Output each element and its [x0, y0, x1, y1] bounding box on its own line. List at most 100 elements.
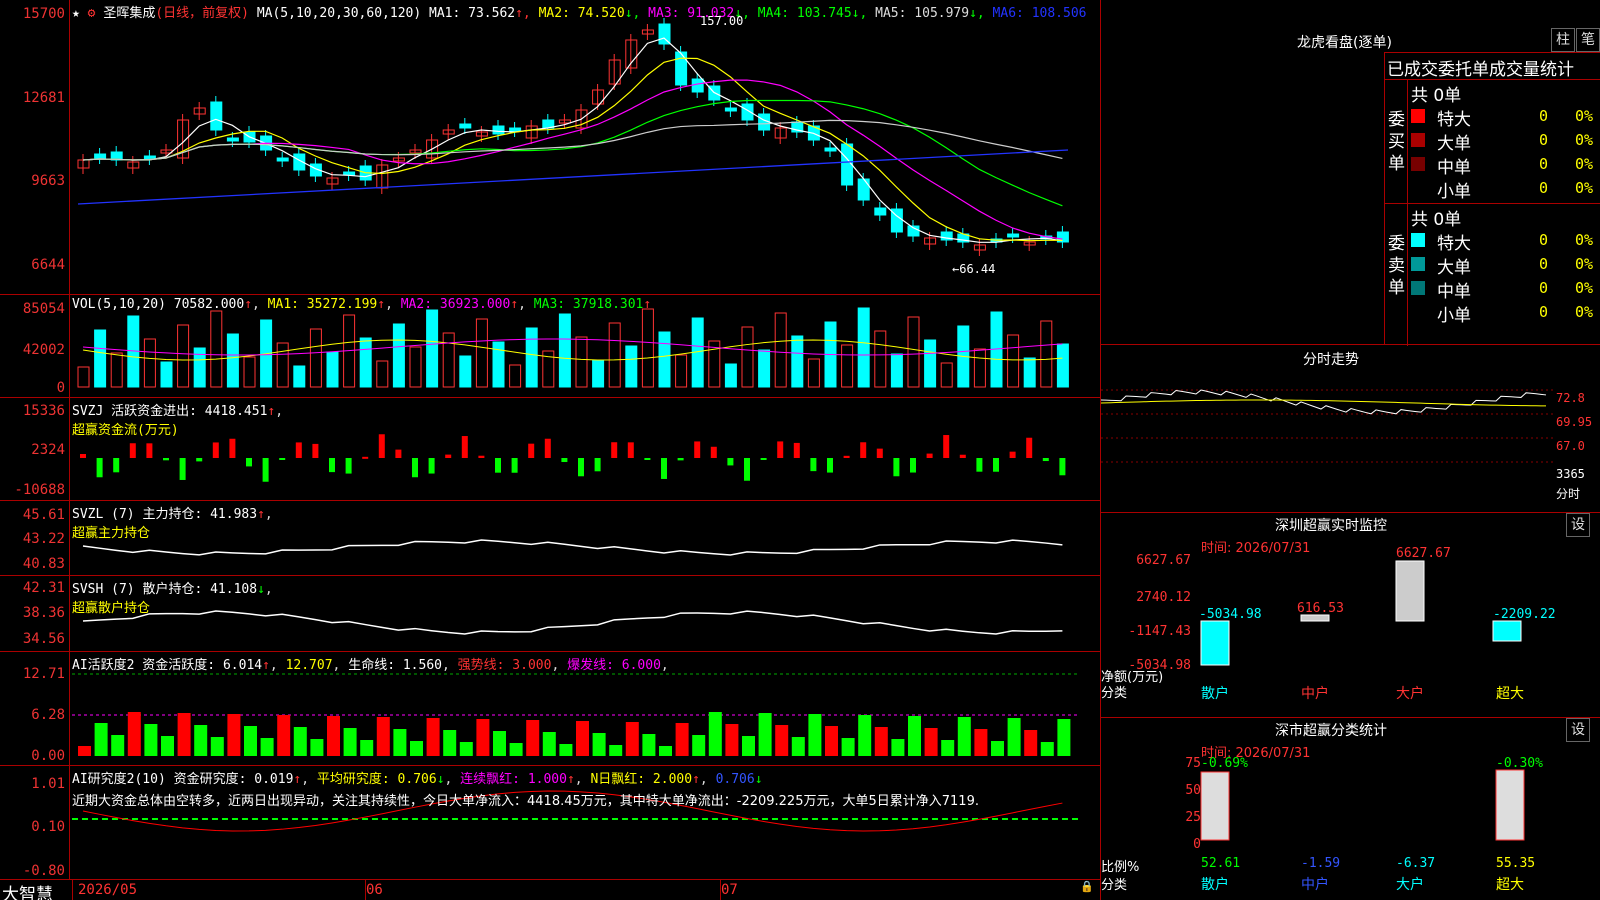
szst-category-label: 超大: [1496, 877, 1524, 893]
lhb-header: 已成交委托单成交量统计: [1387, 60, 1574, 80]
active-bar: [625, 722, 639, 756]
active-bar: [410, 741, 423, 756]
vol-bar: [924, 339, 937, 388]
intraday-chart[interactable]: [1101, 345, 1600, 513]
brand-label[interactable]: 大智慧: [2, 880, 53, 900]
svzj-panel[interactable]: 15336 2324 -10688 SVZJ 活跃资金进出: 4418.451↑…: [0, 398, 1100, 501]
flow-bar: [810, 458, 817, 472]
flow-bar: [146, 443, 153, 458]
ma-value: MA6: 108.506: [984, 6, 1087, 21]
flow-bar: [644, 458, 651, 460]
vol-bar: [874, 330, 887, 388]
lhb-row: 大单 0 0%: [1409, 129, 1600, 154]
tick-mode-button[interactable]: 笔: [1576, 28, 1600, 52]
lhb-row: 特大 0 0%: [1409, 229, 1600, 254]
period-label: (日线，前复权): [155, 6, 249, 21]
ai-research-panel[interactable]: 1.01 0.10 -0.80 AI研究度2(10) 资金研究度: 0.019↑…: [0, 766, 1100, 880]
sz-monitor-panel[interactable]: 深圳超赢实时监控 设 时间: 2026/07/31 6627.67 2740.1…: [1101, 513, 1600, 718]
flow-bar: [196, 458, 203, 462]
lhb-row: 中单 0 0%: [1409, 153, 1600, 178]
szst-ratio-label: 比例%: [1101, 860, 1140, 875]
flow-bar: [1009, 451, 1016, 458]
svsh-title-bar: SVSH (7) 散户持仓: 41.108↓, 超赢散户持仓: [72, 582, 273, 616]
active-bar: [127, 712, 141, 756]
flow-bar: [561, 458, 568, 463]
vol-bar: [326, 351, 339, 388]
vol-bar: [841, 344, 854, 388]
svsh-panel[interactable]: 42.31 38.36 34.56 SVSH (7) 散户持仓: 41.108↓…: [0, 576, 1100, 652]
active-bar: [609, 745, 623, 756]
vol-bar: [857, 307, 870, 388]
vol-bar: [625, 345, 638, 388]
szst-category-label: 大户: [1396, 877, 1424, 893]
candle: [658, 23, 671, 45]
sz-stats-panel[interactable]: 深市超赢分类统计 设 时间: 2026/07/31 75 50 25 0 比例%…: [1101, 718, 1600, 900]
candle: [724, 107, 737, 112]
vol-bar: [558, 313, 571, 388]
intraday-panel[interactable]: 分时走势 72.8 69.95 67.0 3365 分时: [1101, 345, 1600, 513]
flow-bar: [495, 458, 501, 473]
active-bar: [559, 744, 573, 756]
vol-bar: [1040, 320, 1053, 388]
candle: [492, 125, 505, 135]
svzl-panel[interactable]: 45.61 43.22 40.83 SVZL (7) 主力持仓: 41.983↑…: [0, 501, 1100, 576]
active-bar: [177, 713, 191, 756]
flow-bar: [412, 458, 418, 478]
intraday-ytick: 72.8: [1556, 391, 1585, 405]
active-bar: [244, 726, 257, 756]
flow-bar: [777, 441, 784, 458]
star-icon[interactable]: ★: [72, 6, 80, 21]
lhb-table: 已成交委托单成交量统计 委买单 委卖单 共 0单 共 0单 特大 0 0% 大单 0 0%…: [1384, 52, 1600, 346]
ai-active-panel[interactable]: 12.71 6.28 0.00 AI活跃度2 资金活跃度: 6.014↑, 12…: [0, 652, 1100, 766]
intraday-ytick: 3365: [1556, 467, 1585, 481]
sz-stats-chart[interactable]: [1101, 718, 1600, 900]
candle: [857, 178, 870, 201]
lhb-row-pct: 0%: [1575, 179, 1594, 197]
vol-bar: [575, 336, 588, 388]
bar-mode-button[interactable]: 柱: [1551, 28, 1575, 52]
flow-bar: [345, 458, 352, 474]
vol-bar: [525, 327, 538, 388]
sell-total: 共 0单: [1411, 210, 1462, 230]
vol-panel[interactable]: 85054 42002 0 VOL(5,10,20) 70582.000↑, M…: [0, 295, 1100, 398]
vol-bar: [392, 323, 405, 388]
lock-icon[interactable]: 🔒: [1080, 880, 1094, 893]
flow-bar: [279, 458, 286, 460]
lhb-row-count: 0: [1539, 131, 1549, 149]
kline-chart[interactable]: [0, 0, 1100, 295]
lhb-row-name: 中单: [1437, 158, 1471, 178]
flow-bar: [329, 458, 335, 473]
lhb-color-swatch: [1411, 233, 1425, 247]
flow-bar: [262, 458, 269, 482]
active-bar: [343, 728, 357, 756]
buy-total: 共 0单: [1411, 86, 1462, 106]
flow-bar: [312, 443, 319, 458]
flow-bar: [627, 442, 634, 458]
sz-bar-label: -5034.98: [1199, 607, 1262, 622]
lhb-row-pct: 0%: [1575, 303, 1594, 321]
active-bar: [924, 728, 938, 756]
active-bar: [791, 737, 805, 756]
vol-bar: [1023, 357, 1036, 388]
flow-bar: [727, 458, 734, 466]
active-bar: [675, 723, 689, 756]
lhb-row-name: 大单: [1437, 258, 1471, 278]
flow-bar: [445, 454, 452, 458]
flow-bar: [528, 443, 535, 458]
favorite-icon[interactable]: ⚙: [88, 6, 96, 21]
active-bar: [1007, 718, 1021, 756]
kline-panel[interactable]: 15700 12681 9663 6644 ★ ⚙ 圣晖集成(日线，前复权) M…: [0, 0, 1100, 295]
x-label: 2026/05: [78, 882, 138, 898]
vol-bar: [592, 359, 605, 388]
flow-bar: [1042, 458, 1049, 462]
vol-bar: [641, 308, 654, 388]
sz-bar-label: -2209.22: [1493, 607, 1556, 622]
flow-bar: [793, 442, 800, 458]
lhb-row-name: 小单: [1437, 182, 1471, 202]
ma-value: MA4: 103.745: [749, 6, 852, 21]
candle: [343, 171, 356, 176]
szst-top-label: -0.69%: [1201, 756, 1248, 771]
lhb-row: 特大 0 0%: [1409, 105, 1600, 130]
candle: [226, 137, 239, 142]
vol-bar: [293, 365, 306, 388]
